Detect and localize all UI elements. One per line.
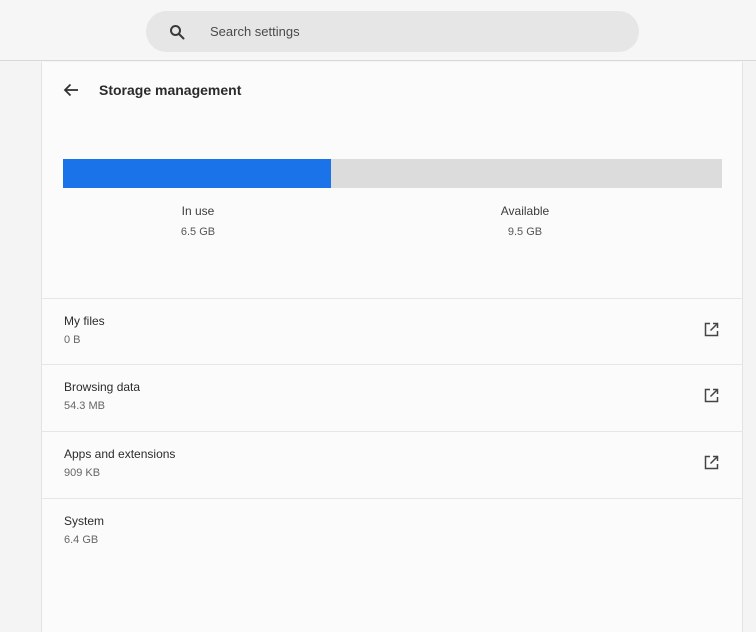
open-in-new-icon[interactable] (702, 453, 720, 471)
storage-item-name: System (64, 514, 105, 528)
available-value: 9.5 GB (507, 226, 543, 238)
storage-item-size: 0 B (64, 334, 81, 346)
back-arrow-icon[interactable] (60, 79, 82, 101)
storage-usage-fill (63, 159, 331, 188)
search-placeholder[interactable]: Search settings (210, 24, 300, 39)
search-box[interactable]: Search settings (146, 11, 639, 52)
storage-item-name: My files (64, 314, 105, 328)
in-use-label: In use (181, 204, 215, 218)
storage-card: Storage management In use 6.5 GB Availab… (41, 62, 743, 632)
storage-item-browsing-data[interactable]: Browsing data 54.3 MB (42, 380, 742, 446)
divider (42, 431, 742, 432)
storage-item-my-files[interactable]: My files 0 B (42, 314, 742, 380)
storage-item-size: 909 KB (64, 467, 101, 479)
storage-item-size: 6.4 GB (64, 534, 99, 546)
search-icon (168, 23, 186, 41)
storage-item-name: Apps and extensions (64, 447, 176, 461)
storage-item-system: System 6.4 GB (42, 514, 742, 580)
in-use-value: 6.5 GB (180, 226, 216, 238)
available-stat: Available 9.5 GB (465, 204, 585, 238)
divider (42, 298, 742, 299)
storage-item-size: 54.3 MB (64, 400, 105, 412)
storage-item-name: Browsing data (64, 380, 141, 394)
in-use-stat: In use 6.5 GB (138, 204, 258, 238)
open-in-new-icon[interactable] (702, 320, 720, 338)
page-header: Storage management (60, 78, 241, 102)
top-bar: Search settings (0, 0, 756, 61)
divider (42, 364, 742, 365)
available-label: Available (500, 204, 550, 218)
storage-usage-bar (63, 159, 722, 188)
open-in-new-icon[interactable] (702, 386, 720, 404)
divider (42, 498, 742, 499)
page-title: Storage management (99, 82, 242, 98)
storage-item-apps-and-extensions[interactable]: Apps and extensions 909 KB (42, 447, 742, 513)
